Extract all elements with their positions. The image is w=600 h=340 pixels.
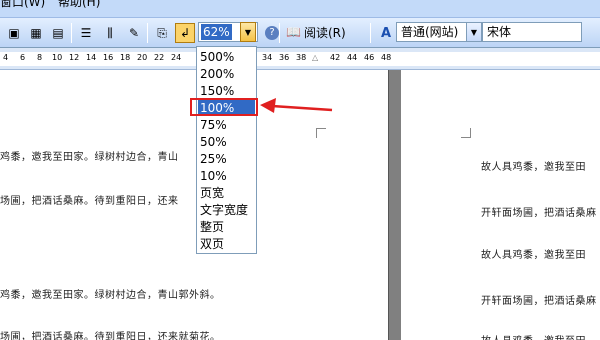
ruler-tick: 14 [86,53,97,62]
show-hide-icon[interactable]: ⎘ [152,23,172,43]
zoom-value: 62% [201,24,232,40]
text-line: 场圃，把酒话桑麻。待到重阳日，还来 [0,196,179,207]
ruler-tick: 36 [279,53,290,62]
annotation-highlight-box [190,98,258,116]
menu-bar: 窗口(W) 帮助(H) [0,0,600,18]
margin-corner-mark [316,128,326,138]
ruler-tick: 12 [69,53,80,62]
zoom-option-200[interactable]: 200% [198,66,255,82]
ruler-tick: 10 [52,53,63,62]
zoom-option-text-width[interactable]: 文字宽度 [198,202,255,218]
ruler-tick: 44 [347,53,358,62]
zoom-option-150[interactable]: 150% [198,83,255,99]
text-line: 场圃，把酒话桑麻。待到重阳日，还来就菊花。 [0,332,221,340]
text-line: 开轩面场圃，把酒话桑麻 [481,208,597,219]
read-mode-button[interactable]: 📖 阅读(R) [286,22,350,42]
insert-icon[interactable]: ▣ [4,23,24,43]
styles-icon[interactable]: A [376,23,396,43]
ruler-tick: 6 [20,53,26,62]
columns-icon[interactable]: ☰ [76,23,96,43]
style-dropdown-button[interactable]: ▼ [466,22,482,42]
help-icon[interactable]: ? [262,23,282,43]
zoom-option-whole-page[interactable]: 整页 [198,219,255,235]
read-mode-label: 阅读(R) [303,25,346,40]
ruler-tick: 24 [171,53,182,62]
ruler-tick: 18 [120,53,131,62]
document-map-icon[interactable]: ✎ [124,23,144,43]
margin-corner-mark [461,128,471,138]
table-icon[interactable]: ▦ [26,23,46,43]
paragraph-marks-icon[interactable]: ↲ [175,23,195,43]
horizontal-ruler[interactable]: 4 6 8 10 12 14 16 18 20 22 24 34 36 38 △… [0,48,600,70]
ruler-tick: 34 [262,53,273,62]
page-gap [388,70,401,340]
ruler-tick: 42 [330,53,341,62]
ruler-tick: 46 [364,53,375,62]
text-line: 故人具鸡黍，邀我至田 [481,332,586,340]
drawing-icon[interactable]: ⫼ [100,23,120,43]
indent-marker[interactable]: △ [312,53,318,62]
excel-icon[interactable]: ▤ [48,23,68,43]
ruler-tick: 20 [137,53,148,62]
text-line: 鸡黍，邀我至田家。绿树村边合，青山郭外斜。 [0,290,221,301]
annotation-arrow [260,98,333,113]
ruler-tick: 38 [296,53,307,62]
zoom-option-75[interactable]: 75% [198,117,255,133]
text-line: 鸡黍，邀我至田家。绿树村边合，青山 [0,152,179,163]
zoom-dropdown-button[interactable]: ▼ [240,22,256,42]
document-page-right[interactable]: 故人具鸡黍，邀我至田 开轩面场圃，把酒话桑麻 故人具鸡黍，邀我至田 开轩面场圃，… [401,70,600,340]
menu-help[interactable]: 帮助(H) [58,0,100,10]
ruler-tick: 16 [103,53,114,62]
ruler-tick: 4 [3,53,9,62]
font-select[interactable]: 宋体 [482,22,582,42]
text-line: 故人具鸡黍，邀我至田 [481,250,586,261]
zoom-option-25[interactable]: 25% [198,151,255,167]
book-icon: 📖 [286,25,301,39]
zoom-option-page-width[interactable]: 页宽 [198,185,255,201]
ruler-tick: 22 [154,53,165,62]
zoom-option-50[interactable]: 50% [198,134,255,150]
zoom-option-500[interactable]: 500% [198,49,255,65]
style-select[interactable]: 普通(网站) [396,22,468,42]
text-line: 故人具鸡黍，邀我至田 [481,162,586,173]
text-line: 开轩面场圃，把酒话桑麻 [481,296,597,307]
ruler-tick: 48 [381,53,392,62]
zoom-option-two-pages[interactable]: 双页 [198,236,255,252]
zoom-dropdown-list: 500% 200% 150% 100% 75% 50% 25% 10% 页宽 文… [196,46,257,254]
ruler-tick: 8 [37,53,43,62]
zoom-option-10[interactable]: 10% [198,168,255,184]
menu-window[interactable]: 窗口(W) [0,0,45,10]
